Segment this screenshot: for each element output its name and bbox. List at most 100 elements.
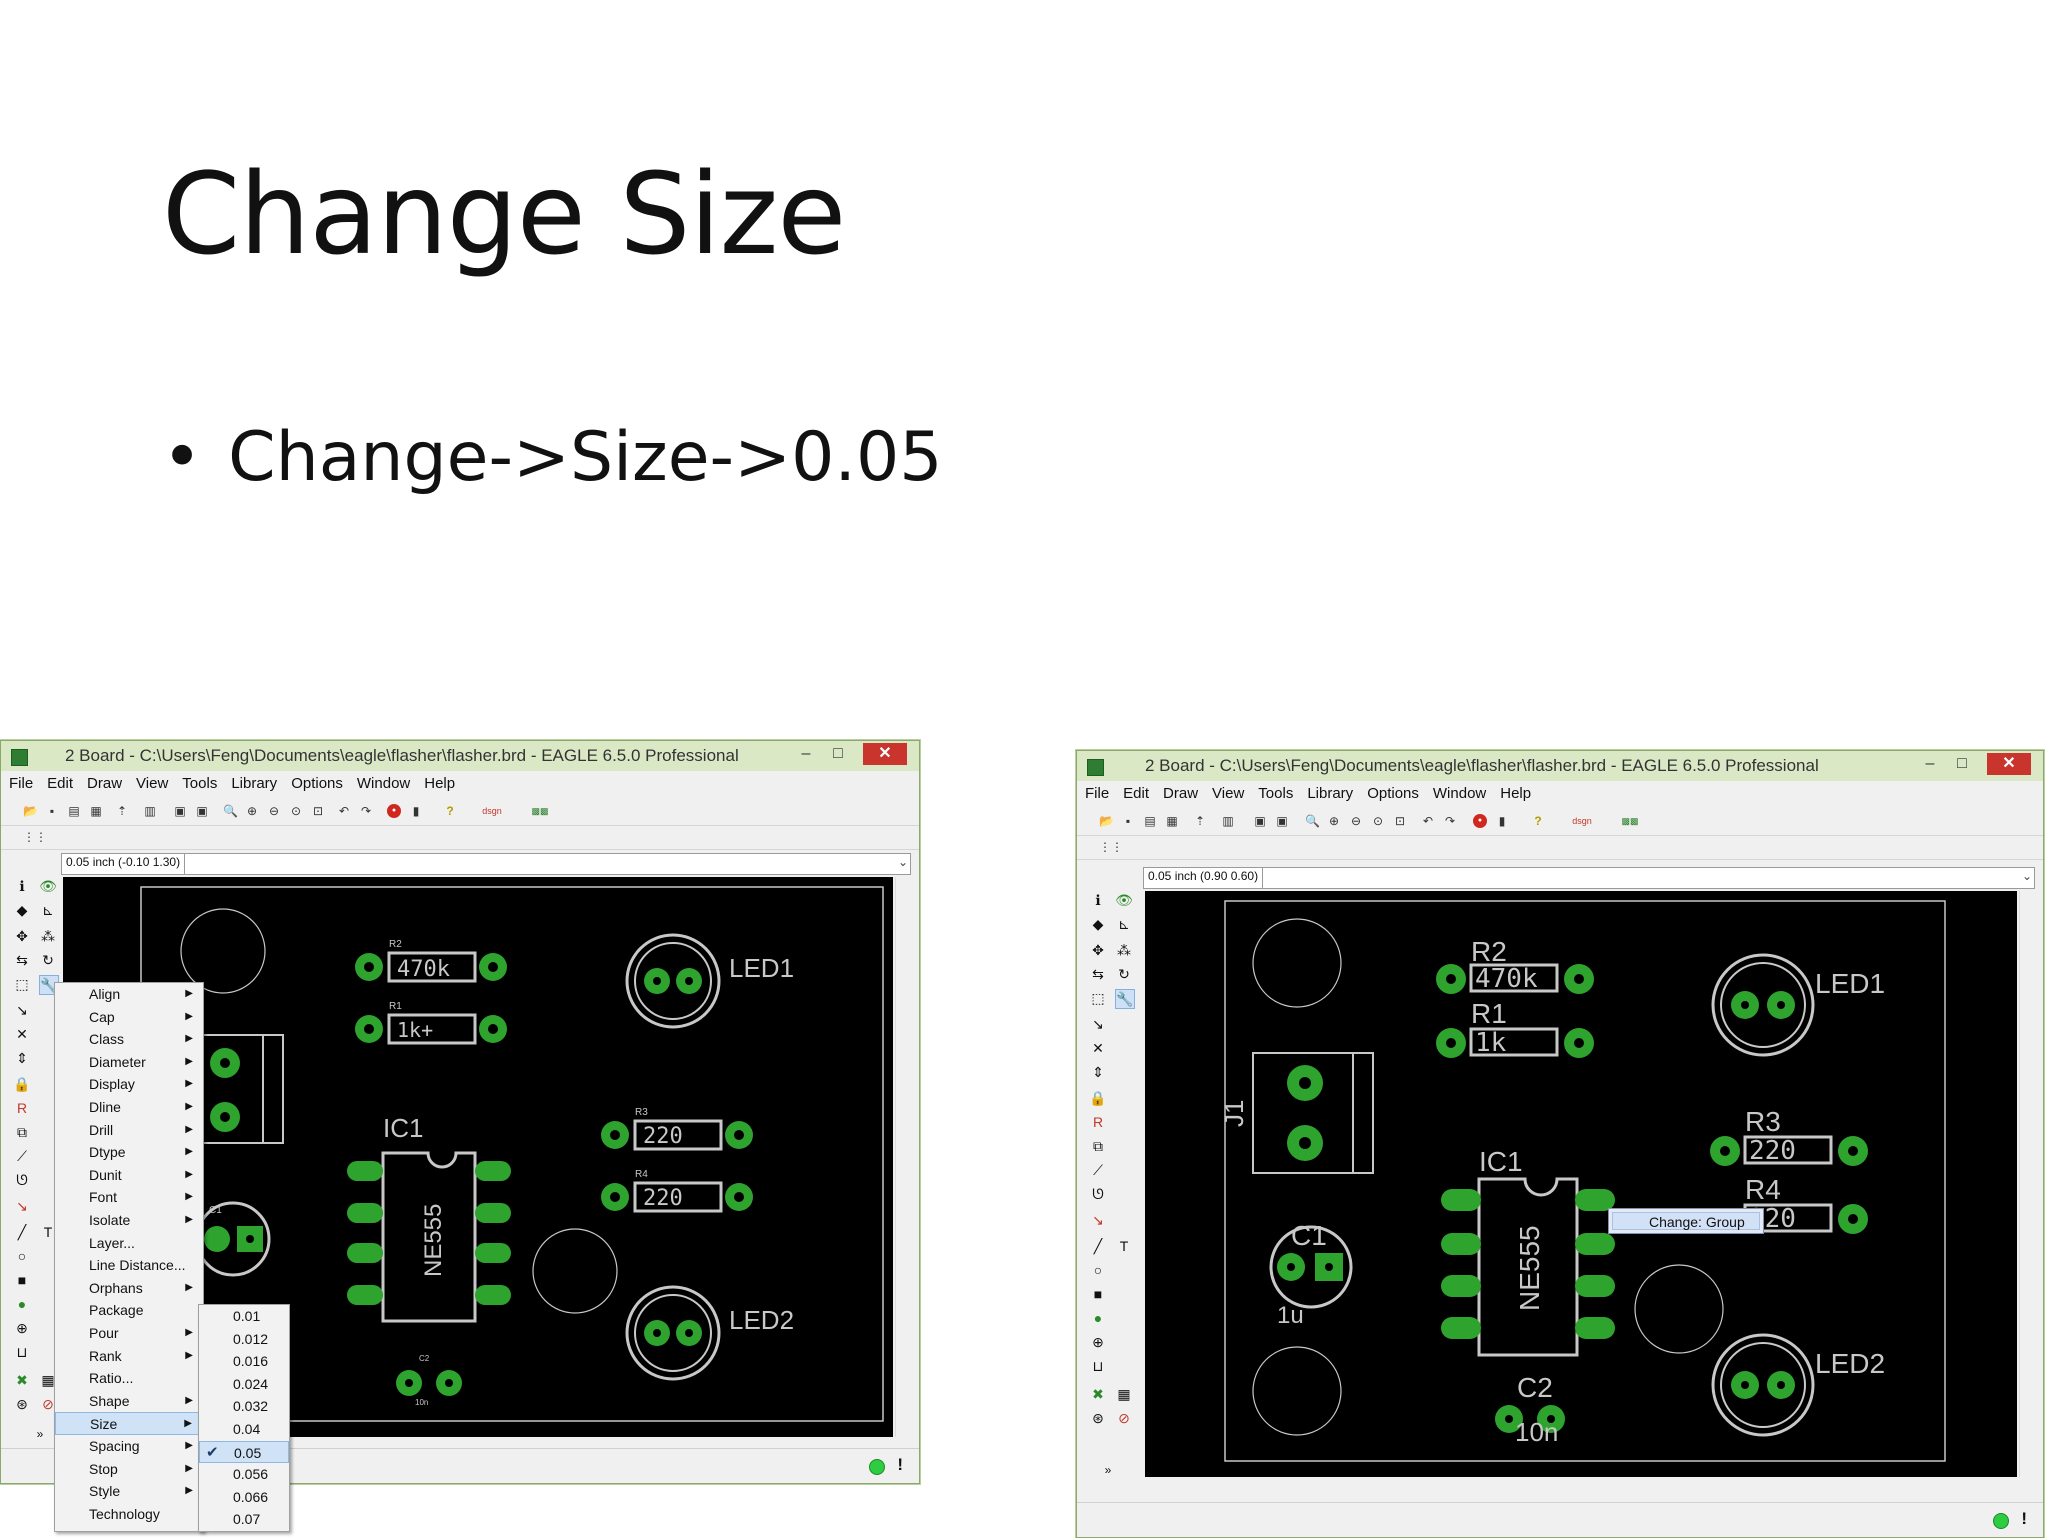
open-icon[interactable]: 📂	[23, 804, 38, 818]
zoom-fit-icon[interactable]: 🔍	[223, 804, 238, 818]
cam-icon[interactable]: ▦	[1165, 814, 1179, 828]
menu-item-diameter[interactable]: Diameter ▶	[55, 1051, 203, 1074]
redo-icon[interactable]: ↷	[359, 804, 373, 818]
group-icon[interactable]: ⬚	[13, 975, 31, 993]
size-option-selected[interactable]: ✔ 0.05	[199, 1440, 289, 1464]
circle-icon[interactable]: ○	[13, 1247, 31, 1265]
chevron-down-icon[interactable]: ⌄	[2022, 869, 2032, 883]
circle-icon[interactable]: ○	[1089, 1261, 1107, 1279]
menu-options[interactable]: Options	[283, 771, 349, 792]
print-icon[interactable]: ▤	[67, 804, 81, 818]
sch-icon[interactable]: ▣	[1253, 814, 1267, 828]
chevron-down-icon[interactable]: ⌄	[898, 855, 908, 869]
menu-item-rank[interactable]: Rank ▶	[55, 1345, 203, 1368]
name-icon[interactable]: R	[1089, 1113, 1107, 1131]
change-group-item[interactable]: Change: Group	[1612, 1212, 1760, 1230]
size-option[interactable]: 0.024	[199, 1373, 289, 1396]
menu-item-orphans[interactable]: Orphans ▶	[55, 1277, 203, 1300]
miter-icon[interactable]: ⟋	[13, 1147, 31, 1165]
drc-icon[interactable]: ⊛	[1089, 1409, 1107, 1427]
menu-item-cap[interactable]: Cap ▶	[55, 1006, 203, 1029]
zoom-fit-icon[interactable]: 🔍	[1305, 814, 1320, 828]
size-option[interactable]: 0.07	[199, 1508, 289, 1531]
rect-icon[interactable]: ■	[1089, 1285, 1107, 1303]
wire-icon[interactable]: ╱	[1089, 1237, 1107, 1255]
command-line[interactable]: 0.05 inch (0.90 0.60) ⌄	[1143, 867, 2035, 889]
menu-item-line-distance[interactable]: Line Distance...	[55, 1254, 203, 1277]
library-icon[interactable]: ▥	[1221, 814, 1235, 828]
via-icon[interactable]: ●	[1089, 1309, 1107, 1327]
size-option[interactable]: 0.012	[199, 1328, 289, 1351]
delete-icon[interactable]: ✕	[1089, 1039, 1107, 1057]
route-icon[interactable]: ↘	[13, 1197, 31, 1215]
info-icon[interactable]: ℹ	[13, 877, 31, 895]
cam-icon[interactable]: ▦	[89, 804, 103, 818]
stop-icon[interactable]: ●	[387, 804, 401, 818]
menu-item-isolate[interactable]: Isolate ▶	[55, 1209, 203, 1232]
menu-tools[interactable]: Tools	[1250, 781, 1299, 802]
move-icon[interactable]: ✥	[13, 927, 31, 945]
maximize-button[interactable]: □	[823, 743, 853, 765]
menu-item-ratio[interactable]: Ratio...	[55, 1367, 203, 1390]
design-link-icon[interactable]: dsgn	[1565, 814, 1599, 828]
command-line[interactable]: 0.05 inch (-0.10 1.30) ⌄	[61, 853, 911, 875]
smash-icon[interactable]: ⧉	[13, 1123, 31, 1141]
change-group-popup[interactable]: Change: Group	[1608, 1208, 1764, 1234]
mirror-icon[interactable]: ⇆	[1089, 965, 1107, 983]
menu-help[interactable]: Help	[1492, 781, 1537, 802]
size-option[interactable]: 0.016	[199, 1350, 289, 1373]
menu-edit[interactable]: Edit	[1115, 781, 1155, 802]
menu-help[interactable]: Help	[416, 771, 461, 792]
zoom-in-icon[interactable]: ⊕	[1327, 814, 1341, 828]
show-icon[interactable]: 👁	[39, 877, 57, 895]
toolbox-more-icon[interactable]: »	[31, 1425, 49, 1443]
group-icon[interactable]: ⬚	[1089, 989, 1107, 1007]
redo-icon[interactable]: ↷	[1443, 814, 1457, 828]
auto-icon[interactable]: ▦	[1115, 1385, 1133, 1403]
menu-window[interactable]: Window	[349, 771, 416, 792]
menu-item-dtype[interactable]: Dtype ▶	[55, 1141, 203, 1164]
hole-icon[interactable]: ⊕	[13, 1319, 31, 1337]
help-icon[interactable]: ?	[1531, 814, 1545, 828]
dimension-icon[interactable]: ⊔	[1089, 1357, 1107, 1375]
design-link-icon[interactable]: dsgn	[475, 804, 509, 818]
rotate-icon[interactable]: ↻	[1115, 965, 1133, 983]
menu-edit[interactable]: Edit	[39, 771, 79, 792]
save-icon[interactable]: ▪	[1121, 814, 1135, 828]
ratsnest-icon[interactable]: ✖	[1089, 1385, 1107, 1403]
save-icon[interactable]: ▪	[45, 804, 59, 818]
info-icon[interactable]: ℹ	[1089, 891, 1107, 909]
split-icon[interactable]: ⇕	[13, 1049, 31, 1067]
menu-item-spacing[interactable]: Spacing ▶	[55, 1435, 203, 1458]
errors-icon[interactable]: ⊘	[1115, 1409, 1133, 1427]
menu-options[interactable]: Options	[1359, 781, 1425, 802]
wire-icon[interactable]: ╱	[13, 1223, 31, 1241]
print-icon[interactable]: ▤	[1143, 814, 1157, 828]
lock-icon[interactable]: 🔒	[13, 1075, 31, 1093]
menu-item-package[interactable]: Package	[55, 1299, 203, 1322]
menu-window[interactable]: Window	[1425, 781, 1492, 802]
menu-item-style[interactable]: Style ▶	[55, 1480, 203, 1503]
size-option[interactable]: 0.032	[199, 1395, 289, 1418]
meander-icon[interactable]: ᘎ	[13, 1171, 31, 1189]
close-button[interactable]: ✕	[863, 743, 907, 765]
ratsnest-icon[interactable]: ✖	[13, 1371, 31, 1389]
name-icon[interactable]: R	[13, 1099, 31, 1117]
redraw-icon[interactable]: ⊙	[289, 804, 303, 818]
meander-icon[interactable]: ᘎ	[1089, 1185, 1107, 1203]
mark-icon[interactable]: ⊾	[39, 901, 57, 919]
menu-item-drill[interactable]: Drill ▶	[55, 1119, 203, 1142]
undo-icon[interactable]: ↶	[1421, 814, 1435, 828]
warning-icon[interactable]: !	[897, 1455, 903, 1475]
size-option[interactable]: 0.01	[199, 1305, 289, 1328]
minimize-button[interactable]: –	[1915, 753, 1945, 775]
script-icon[interactable]: ⇡	[1193, 814, 1207, 828]
menu-tools[interactable]: Tools	[174, 771, 223, 792]
menu-file[interactable]: File	[1, 771, 39, 792]
menu-item-class[interactable]: Class ▶	[55, 1028, 203, 1051]
size-option[interactable]: 0.056	[199, 1463, 289, 1486]
mark-icon[interactable]: ⊾	[1115, 915, 1133, 933]
brd-icon[interactable]: ▣	[1275, 814, 1289, 828]
dimension-icon[interactable]: ⊔	[13, 1343, 31, 1361]
minimize-button[interactable]: –	[791, 743, 821, 765]
